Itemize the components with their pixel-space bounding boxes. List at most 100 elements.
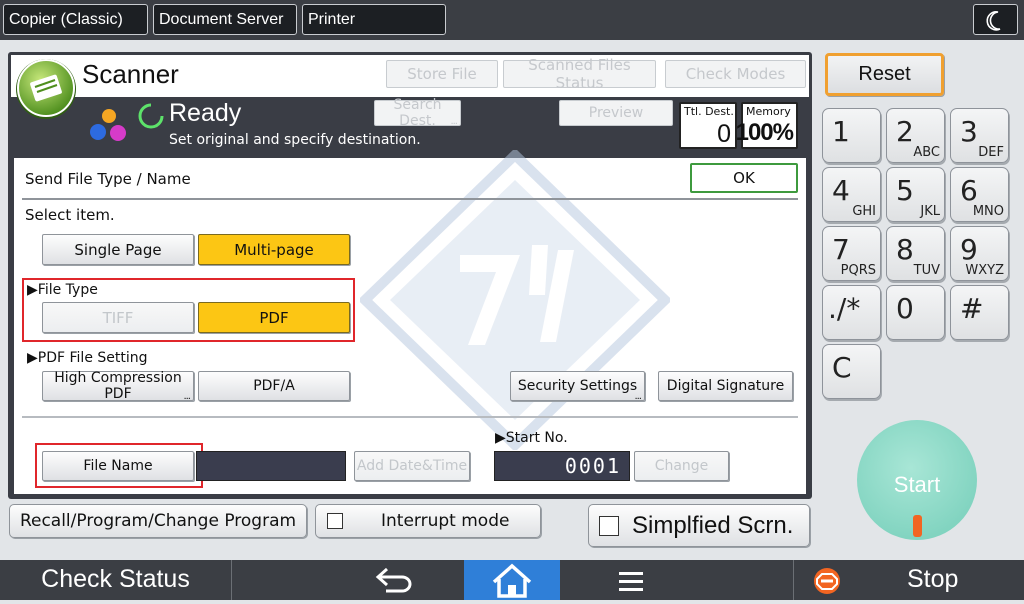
check-modes-button[interactable]: Check Modes [665,60,806,88]
key-1[interactable]: 1 [822,108,881,163]
key-clear-label: C [832,351,852,384]
key-4[interactable]: 4 GHI [822,167,881,222]
memory-counter: Memory 100% [736,102,798,149]
home-icon [492,563,532,598]
tab-copier-classic[interactable]: Copier (Classic) [3,4,148,35]
watermark-logo [360,150,670,450]
start-label: Start [893,472,941,497]
key-5-letters: JKL [920,204,940,219]
key-hash[interactable]: # [950,285,1009,340]
key-6-digit: 6 [960,174,978,207]
key-3[interactable]: 3 DEF [950,108,1009,163]
scanner-app-icon [16,59,76,119]
key-5[interactable]: 5 JKL [886,167,945,222]
key-9-letters: WXYZ [965,263,1004,278]
key-8[interactable]: 8 TUV [886,226,945,281]
home-button[interactable] [464,560,560,600]
ok-button[interactable]: OK [690,163,798,193]
tab-printer[interactable]: Printer [302,4,446,35]
key-8-digit: 8 [896,233,914,266]
start-no-field[interactable]: 0001 [494,451,630,481]
checkbox-icon [327,513,343,529]
key-7[interactable]: 7 PQRS [822,226,881,281]
change-button[interactable]: Change [634,451,729,481]
ready-status: Ready [169,99,242,127]
ttl-dest-value: 0 [717,120,731,148]
key-hash-label: # [960,292,984,325]
stop-icon [814,568,840,594]
key-6[interactable]: 6 MNO [950,167,1009,222]
status-message: Set original and specify destination. [169,132,421,148]
interrupt-mode-button[interactable]: Interrupt mode [315,504,541,538]
pdf-button[interactable]: PDF [198,302,350,333]
memory-label: Memory [746,105,791,118]
interrupt-mode-label: Interrupt mode [381,511,510,531]
key-clear[interactable]: C [822,344,881,399]
dialog-divider [22,198,798,200]
file-type-label: ▶File Type [27,282,98,298]
key-7-letters: PQRS [840,263,876,278]
high-compression-pdf-button[interactable]: High Compression PDF [42,370,194,402]
key-3-letters: DEF [978,145,1004,160]
tiff-button[interactable]: TIFF [42,302,194,333]
moon-icon [986,11,1001,31]
start-no-label-text: Start No. [505,430,568,446]
select-item-label: Select item. [25,206,115,224]
key-2-digit: 2 [896,115,914,148]
total-destinations-counter: Ttl. Dest. 0 [679,102,737,149]
dialog-title: Send File Type / Name [25,170,191,188]
key-0-digit: 0 [896,292,914,325]
single-page-button[interactable]: Single Page [42,234,194,265]
checkbox-icon [599,515,619,536]
menu-icon[interactable] [617,570,647,594]
start-indicator [913,515,922,537]
scanned-files-status-button[interactable]: Scanned Files Status [503,56,656,92]
start-no-label: ▶Start No. [495,430,568,446]
energy-saver-button[interactable] [973,4,1018,35]
stop-label: Stop [907,565,959,593]
digital-signature-button[interactable]: Digital Signature [658,371,793,401]
file-name-field[interactable] [196,451,346,481]
stop-button[interactable]: Stop [794,560,1024,600]
key-dot-star[interactable]: ./* [822,285,881,340]
file-name-button[interactable]: File Name [42,451,194,481]
color-dots-icon [90,109,126,141]
key-1-digit: 1 [832,115,850,148]
key-0[interactable]: 0 [886,285,945,340]
reset-button[interactable]: Reset [825,53,944,96]
key-9[interactable]: 9 WXYZ [950,226,1009,281]
key-5-digit: 5 [896,174,914,207]
key-9-digit: 9 [960,233,978,266]
bottom-separator [231,560,232,600]
check-status-button[interactable]: Check Status [0,565,231,594]
key-4-letters: GHI [852,204,876,219]
store-file-button[interactable]: Store File [386,60,498,88]
security-settings-button[interactable]: Security Settings [510,371,645,402]
pdfa-button[interactable]: PDF/A [198,371,350,401]
tab-document-server[interactable]: Document Server [153,4,297,35]
start-button[interactable]: Start [857,420,977,540]
simplified-screen-label: Simplfied Scrn. [632,511,794,539]
key-7-digit: 7 [832,233,850,266]
section-divider [22,416,798,418]
search-dest-button[interactable]: Search Dest. [374,97,461,129]
ready-ring-icon [138,103,164,129]
back-arrow-icon[interactable] [372,565,412,595]
simplified-screen-button[interactable]: Simplfied Scrn. [588,504,810,547]
add-date-time-button[interactable]: Add Date&Time [354,451,470,481]
ttl-dest-label: Ttl. Dest. [684,105,734,118]
key-2-letters: ABC [913,145,940,160]
pdf-setting-label: ▶PDF File Setting [27,350,148,366]
key-2[interactable]: 2 ABC [886,108,945,163]
key-dot-star-label: ./* [828,292,861,325]
app-title: Scanner [82,59,179,89]
multi-page-button[interactable]: Multi-page [198,234,350,265]
recall-program-button[interactable]: Recall/Program/Change Program [9,504,307,538]
file-type-label-text: File Type [37,282,98,298]
preview-button[interactable]: Preview [559,100,673,126]
key-3-digit: 3 [960,115,978,148]
key-4-digit: 4 [832,174,850,207]
pdf-setting-label-text: PDF File Setting [37,350,148,366]
memory-value: 100% [735,119,794,146]
key-6-letters: MNO [972,204,1004,219]
